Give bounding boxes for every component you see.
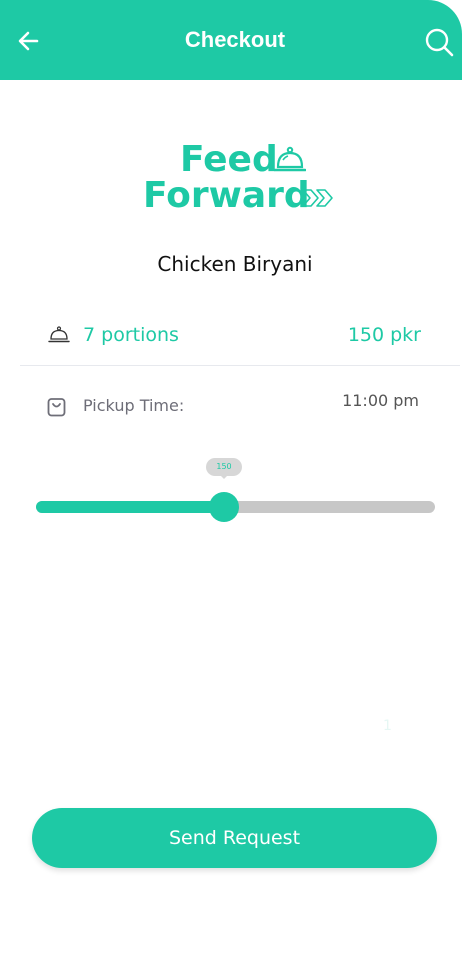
send-request-button[interactable]: Send Request (32, 808, 437, 868)
feed-forward-logo: Feed Forward (140, 140, 340, 218)
slider-bubble-tail (220, 475, 228, 479)
price: 150 pkr (347, 324, 421, 346)
slider-thumb[interactable] (209, 492, 239, 522)
shopping-bag-icon (47, 398, 66, 417)
pickup-row: Pickup Time: 11:00 pm (0, 390, 462, 422)
pickup-time-label: Pickup Time: (83, 396, 185, 415)
slider-fill (36, 501, 224, 513)
pickup-time-value[interactable]: 11:00 pm (342, 391, 419, 410)
search-icon (425, 28, 454, 57)
slider-value-bubble: 150 (206, 458, 242, 476)
divider (20, 365, 460, 366)
cloche-logo-icon (274, 146, 306, 172)
page-title: Checkout (184, 27, 286, 52)
app-header: Checkout (0, 0, 462, 80)
portions-row: 7 portions 150 pkr (0, 318, 462, 354)
portion-slider[interactable]: 150 (36, 455, 436, 525)
cloche-icon (48, 326, 70, 343)
page-indicator: 1 (383, 718, 392, 734)
double-chevron-icon (302, 189, 333, 207)
logo-word-forward: Forward (143, 175, 310, 216)
food-item-name: Chicken Biryani (157, 252, 313, 276)
search-button[interactable] (424, 27, 454, 57)
portions-count: 7 portions (83, 324, 179, 346)
logo-word-feed: Feed (180, 139, 278, 180)
